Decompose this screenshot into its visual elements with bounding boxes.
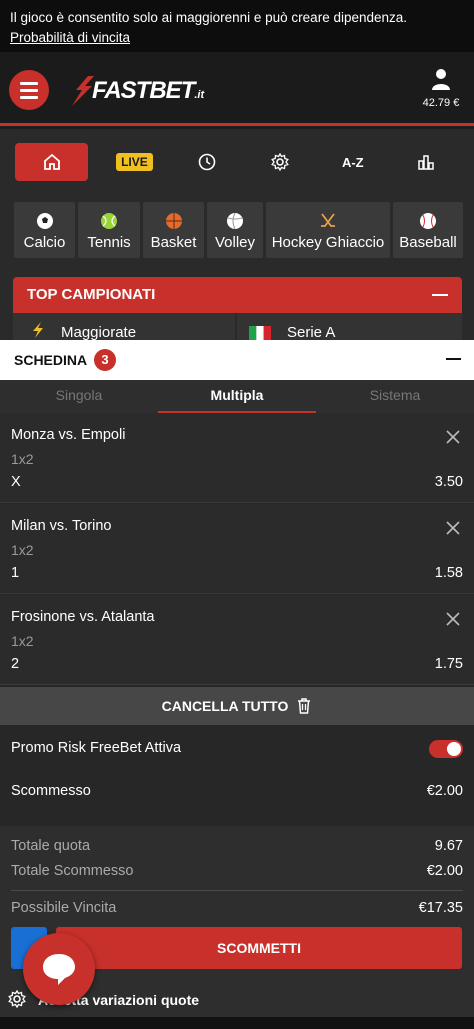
betslip-header[interactable]: SCHEDINA 3 [0, 340, 474, 380]
sport-baseball[interactable]: Baseball [393, 202, 463, 258]
betslip-tabs: Singola Multipla Sistema [0, 380, 474, 413]
sport-calcio[interactable]: Calcio [14, 202, 75, 258]
bet-selection: 2 [11, 656, 20, 672]
sport-hockey[interactable]: Hockey Ghiaccio [266, 202, 390, 258]
toggle-knob [447, 742, 461, 756]
sport-label: Volley [214, 233, 256, 251]
total-odds-label: Totale quota [11, 838, 91, 854]
clock-icon [198, 153, 216, 171]
bet-market: 1x2 [11, 633, 34, 649]
chat-bubble-icon [43, 954, 75, 985]
sport-basket[interactable]: Basket [143, 202, 204, 258]
sport-label: Calcio [23, 233, 66, 251]
top-campionati-title: TOP CAMPIONATI [27, 286, 156, 303]
bet-selection: X [11, 474, 21, 490]
hockey-icon [321, 212, 335, 227]
logo[interactable]: FASTBET.it [68, 74, 218, 108]
balance: 42.79 € [422, 97, 460, 109]
cancel-all-button[interactable]: CANCELLA TUTTO [0, 687, 474, 725]
top-campionati-header[interactable]: TOP CAMPIONATI [13, 277, 462, 313]
promo-label: Promo Risk FreeBet Attiva [11, 740, 182, 756]
boost-icon [33, 322, 43, 338]
sport-label: Baseball [399, 233, 457, 251]
sport-volley[interactable]: Volley [207, 202, 263, 258]
tab-singola[interactable]: Singola [0, 380, 158, 413]
bet-match: Frosinone vs. Atalanta [11, 609, 155, 625]
betslip-title: SCHEDINA [14, 352, 88, 368]
nav-live[interactable]: LIVE [98, 143, 171, 181]
campionato-serie-a[interactable]: Serie A [237, 313, 462, 341]
nav-az[interactable]: A-Z [316, 143, 389, 181]
header: FASTBET.it 42.79 € [0, 52, 474, 126]
tennis-ball-icon [101, 212, 117, 229]
baseball-icon [420, 212, 436, 229]
close-icon[interactable] [446, 612, 460, 626]
live-badge: LIVE [116, 153, 153, 171]
gear-icon [8, 990, 26, 1008]
probability-link[interactable]: Probabilità di vincita [10, 30, 130, 45]
bet-market: 1x2 [11, 542, 34, 558]
basketball-icon [165, 212, 182, 229]
campionato-label: Maggiorate [61, 324, 137, 341]
menu-button[interactable] [9, 70, 49, 110]
close-icon[interactable] [446, 521, 460, 535]
user-icon [432, 69, 450, 90]
sport-tennis[interactable]: Tennis [78, 202, 140, 258]
betslip-count-badge: 3 [94, 349, 116, 371]
sport-label: Hockey Ghiaccio [271, 233, 385, 251]
place-bet-button[interactable]: SCOMMETTI [56, 927, 462, 969]
bet-item: Milan vs. Torino 1x2 1 1.58 [0, 504, 474, 594]
nav-settings[interactable] [244, 143, 317, 181]
logo-suffix: .it [194, 89, 205, 101]
az-label: A-Z [341, 154, 364, 170]
chart-icon [417, 155, 434, 170]
close-icon[interactable] [446, 430, 460, 444]
bet-odd: 1.58 [434, 565, 463, 581]
nav-stats[interactable] [389, 143, 462, 181]
total-stake-label: Totale Scommesso [11, 863, 134, 879]
promo-toggle[interactable] [429, 740, 463, 758]
volleyball-icon [227, 212, 243, 229]
nav-history[interactable] [171, 143, 244, 181]
potential-win-label: Possibile Vincita [11, 900, 117, 916]
nav-bar: LIVE A-Z [12, 143, 462, 181]
bottom-bar [0, 1017, 474, 1029]
divider [11, 890, 463, 891]
potential-win-value: €17.35 [418, 900, 463, 916]
soccer-ball-icon [36, 212, 53, 229]
cancel-all-label: CANCELLA TUTTO [161, 698, 289, 714]
italy-flag-icon [249, 326, 271, 340]
sport-label: Tennis [87, 233, 131, 251]
bet-odd: 3.50 [434, 474, 463, 490]
campionato-maggiorate[interactable]: Maggiorate [13, 313, 235, 341]
menu-icon [20, 81, 38, 85]
collapse-icon [432, 294, 448, 296]
home-icon [43, 153, 60, 170]
chat-button[interactable] [23, 933, 95, 1005]
gear-icon [271, 153, 289, 171]
bet-selection: 1 [11, 565, 20, 581]
sports-row: Calcio Tennis Basket Volley Hockey Ghiac… [14, 202, 474, 258]
sport-label: Basket [150, 233, 197, 251]
age-notice: Il gioco è consentito solo ai maggiorenn… [0, 0, 474, 52]
tab-sistema[interactable]: Sistema [316, 380, 474, 413]
notice-text: Il gioco è consentito solo ai maggiorenn… [10, 10, 408, 25]
logo-text: FASTBET [92, 77, 195, 104]
tab-multipla[interactable]: Multipla [158, 380, 316, 413]
stake-label: Scommesso [11, 783, 91, 799]
stake-value[interactable]: €2.00 [427, 783, 463, 799]
bet-item: Monza vs. Empoli 1x2 X 3.50 [0, 413, 474, 503]
bet-match: Monza vs. Empoli [11, 427, 126, 443]
minimize-icon[interactable] [446, 358, 461, 360]
nav-home[interactable] [15, 143, 88, 181]
bet-market: 1x2 [11, 451, 34, 467]
campionato-label: Serie A [287, 324, 336, 341]
bet-odd: 1.75 [434, 656, 463, 672]
trash-icon [298, 698, 311, 714]
bet-item: Frosinone vs. Atalanta 1x2 2 1.75 [0, 595, 474, 685]
total-odds-value: 9.67 [434, 838, 463, 854]
user-account[interactable]: 42.79 € [416, 68, 466, 109]
total-stake-value: €2.00 [426, 863, 463, 879]
bet-match: Milan vs. Torino [11, 518, 112, 534]
